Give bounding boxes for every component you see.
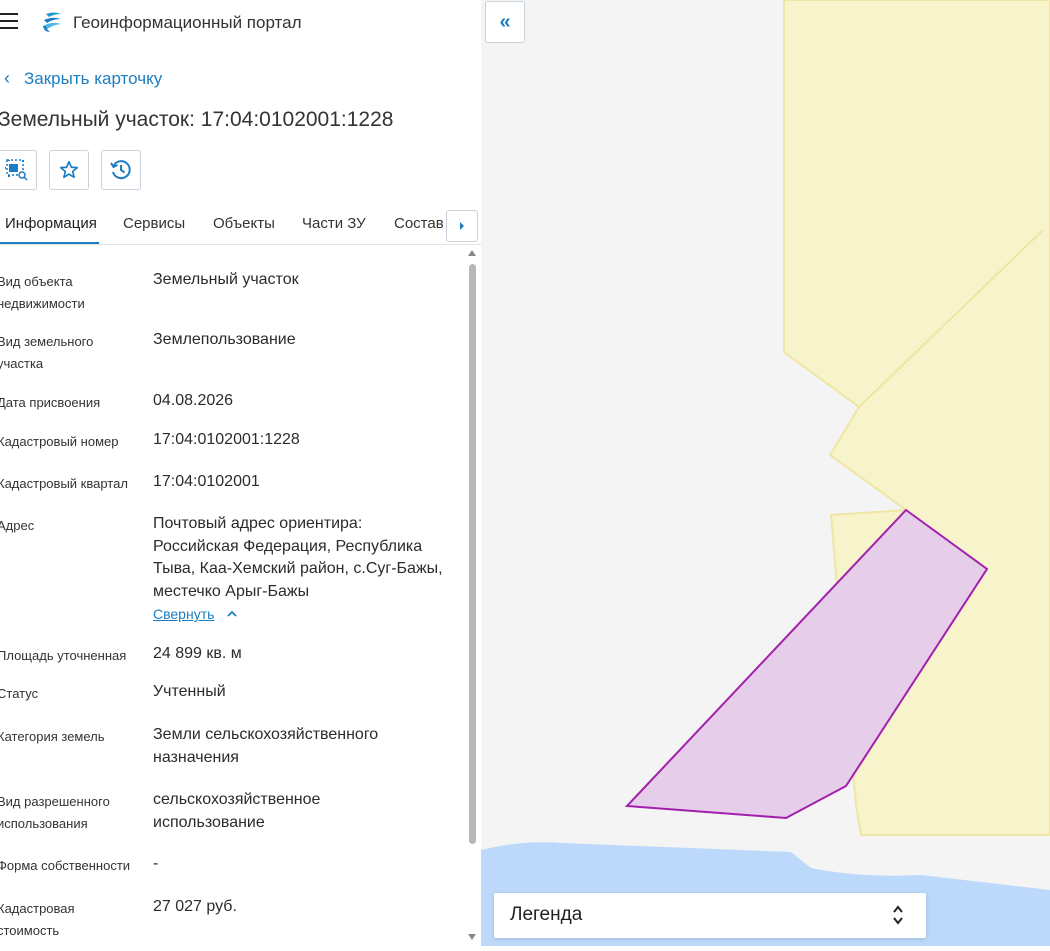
object-title: Земельный участок: 17:04:0102001:1228: [0, 108, 394, 131]
property-value: 04.08.2026: [153, 392, 234, 409]
property-value: 17:04:0102001:1228: [153, 431, 300, 448]
caret-right-icon: [460, 222, 464, 230]
double-chevron-left-icon: «: [499, 10, 511, 33]
chevron-left-icon: ‹: [4, 68, 10, 88]
zoom-to-object-button[interactable]: [0, 150, 37, 190]
history-icon: [110, 160, 131, 180]
legend-panel[interactable]: Легенда: [494, 893, 926, 938]
active-tab-indicator: [0, 242, 99, 244]
collapse-label: Свернуть: [153, 606, 215, 622]
scroll-up-arrow[interactable]: [468, 250, 476, 256]
legend-label: Легенда: [510, 904, 583, 925]
tabs-scroll-right-button[interactable]: [446, 210, 478, 242]
map-view[interactable]: [481, 0, 1050, 946]
history-button[interactable]: [101, 150, 141, 190]
tab-services[interactable]: Сервисы: [123, 215, 185, 232]
property-label: Кадастровый квартал: [0, 476, 128, 491]
address-collapse-link[interactable]: Свернуть: [153, 606, 238, 622]
property-value: Землепользование: [153, 331, 296, 348]
tab-info[interactable]: Информация: [5, 215, 97, 232]
property-label: Вид земельного участка: [0, 334, 94, 371]
scroll-down-arrow[interactable]: [468, 934, 476, 940]
portal-logo-icon: [43, 12, 61, 32]
close-card-label: Закрыть карточку: [24, 68, 163, 88]
property-label: Адрес: [0, 518, 35, 533]
property-value: Земельный участок: [153, 271, 299, 288]
chevron-up-icon: [227, 610, 238, 617]
top-bar: Геоинформационный портал: [0, 0, 481, 44]
property-label: Вид объекта недвижимости: [0, 274, 85, 311]
tab-bar: Информация Сервисы Объекты Части ЗУ Сост…: [0, 206, 481, 245]
tab-parcel-parts[interactable]: Части ЗУ: [302, 215, 366, 232]
tab-objects[interactable]: Объекты: [213, 215, 275, 232]
property-label: Кадастровый номер: [0, 434, 119, 449]
close-card-link[interactable]: ‹ Закрыть карточку: [4, 68, 162, 89]
address-value: Почтовый адрес ориентира: Российская Фед…: [153, 515, 443, 600]
scroll-thumb[interactable]: [469, 264, 476, 844]
zoom-to-object-icon: [5, 159, 28, 181]
property-label: Дата присвоения: [0, 395, 101, 410]
panel-scrollbar[interactable]: [467, 246, 479, 946]
collapse-panel-button[interactable]: «: [485, 1, 525, 43]
favorite-button[interactable]: [49, 150, 89, 190]
star-icon: [59, 160, 79, 179]
map-canvas[interactable]: [481, 0, 1050, 946]
portal-title: Геоинформационный портал: [73, 13, 302, 32]
tab-composition[interactable]: Состав: [394, 215, 444, 232]
properties-list: Вид объекта недвижимости Земельный участ…: [0, 246, 466, 946]
property-value: 17:04:0102001: [153, 473, 260, 490]
expand-collapse-icon[interactable]: [892, 903, 904, 927]
info-panel: Геоинформационный портал ‹ Закрыть карто…: [0, 0, 481, 946]
menu-icon[interactable]: [0, 13, 18, 29]
